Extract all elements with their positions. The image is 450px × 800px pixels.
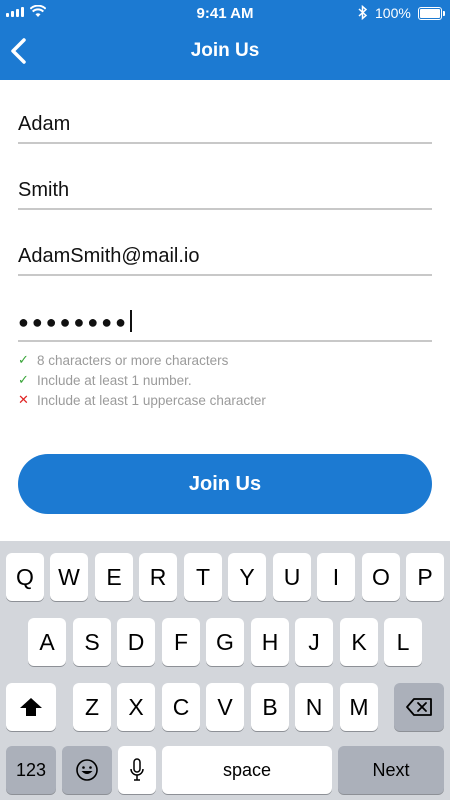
- key-d[interactable]: D: [117, 618, 155, 666]
- first-name-value: Adam: [18, 113, 71, 135]
- key-c[interactable]: C: [162, 683, 200, 731]
- key-l[interactable]: L: [384, 618, 422, 666]
- status-bar: 9:41 AM 100%: [0, 0, 450, 26]
- key-i[interactable]: I: [317, 553, 355, 601]
- key-g[interactable]: G: [206, 618, 244, 666]
- keyboard: Q W E R T Y U I O P A S D F G H J K L Z …: [0, 541, 450, 800]
- rule-uppercase: ✕ Include at least 1 uppercase character: [18, 390, 266, 410]
- app-header: 9:41 AM 100% Join Us: [0, 0, 450, 80]
- key-f[interactable]: F: [162, 618, 200, 666]
- page-title: Join Us: [190, 40, 260, 61]
- bluetooth-icon: [358, 5, 368, 20]
- key-u[interactable]: U: [273, 553, 311, 601]
- key-x[interactable]: X: [117, 683, 155, 731]
- battery-percentage: 100%: [375, 5, 411, 21]
- emoji-key[interactable]: [62, 746, 112, 794]
- key-o[interactable]: O: [362, 553, 400, 601]
- emoji-icon: [76, 759, 98, 781]
- rule-text: Include at least 1 number.: [37, 372, 192, 388]
- check-icon: ✓: [18, 352, 29, 367]
- key-y[interactable]: Y: [228, 553, 266, 601]
- email-value: AdamSmith@mail.io: [18, 245, 200, 267]
- rule-length: ✓ 8 characters or more characters: [18, 350, 266, 370]
- key-s[interactable]: S: [73, 618, 111, 666]
- password-rules: ✓ 8 characters or more characters ✓ Incl…: [18, 350, 266, 410]
- key-k[interactable]: K: [340, 618, 378, 666]
- shift-icon: [20, 698, 42, 716]
- key-t[interactable]: T: [184, 553, 222, 601]
- password-field[interactable]: ●●●●●●●●: [18, 300, 432, 342]
- join-us-button[interactable]: Join Us: [18, 454, 432, 514]
- numbers-key[interactable]: 123: [6, 746, 56, 794]
- key-h[interactable]: H: [251, 618, 289, 666]
- key-m[interactable]: M: [340, 683, 378, 731]
- text-cursor: [129, 310, 132, 332]
- next-key[interactable]: Next: [338, 746, 444, 794]
- key-e[interactable]: E: [95, 553, 133, 601]
- space-key[interactable]: space: [162, 746, 332, 794]
- key-n[interactable]: N: [295, 683, 333, 731]
- dictation-key[interactable]: [118, 746, 156, 794]
- shift-key[interactable]: [6, 683, 56, 731]
- delete-key[interactable]: [394, 683, 444, 731]
- cross-icon: ✕: [18, 392, 29, 407]
- key-q[interactable]: Q: [6, 553, 44, 601]
- last-name-field[interactable]: Smith: [18, 168, 432, 210]
- rule-text: 8 characters or more characters: [37, 352, 229, 368]
- key-v[interactable]: V: [206, 683, 244, 731]
- check-icon: ✓: [18, 372, 29, 387]
- key-r[interactable]: R: [139, 553, 177, 601]
- rule-number: ✓ Include at least 1 number.: [18, 370, 266, 390]
- email-field[interactable]: AdamSmith@mail.io: [18, 234, 432, 276]
- password-value: ●●●●●●●●: [18, 312, 129, 332]
- key-z[interactable]: Z: [73, 683, 111, 731]
- key-w[interactable]: W: [50, 553, 88, 601]
- microphone-icon: [130, 758, 144, 781]
- backspace-icon: [406, 698, 432, 716]
- key-a[interactable]: A: [28, 618, 66, 666]
- last-name-value: Smith: [18, 179, 70, 201]
- key-j[interactable]: J: [295, 618, 333, 666]
- key-p[interactable]: P: [406, 553, 444, 601]
- battery-icon: [418, 7, 445, 20]
- first-name-field[interactable]: Adam: [18, 102, 432, 144]
- rule-text: Include at least 1 uppercase character: [37, 392, 266, 408]
- key-b[interactable]: B: [251, 683, 289, 731]
